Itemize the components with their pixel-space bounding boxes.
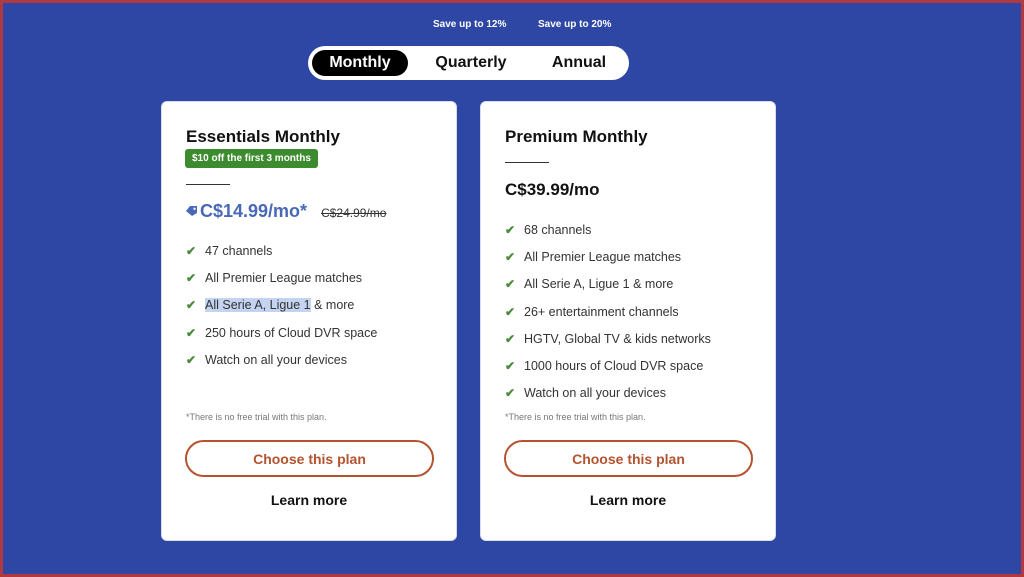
tag-icon bbox=[186, 203, 198, 216]
disclaimer: *There is no free trial with this plan. bbox=[186, 412, 327, 422]
learn-more-link[interactable]: Learn more bbox=[481, 492, 775, 508]
selected-text: All Serie A, Ligue 1 bbox=[205, 298, 311, 313]
feature-item: ✔ All Premier League matches bbox=[186, 270, 363, 285]
feature-item: ✔ 26+ entertainment channels bbox=[505, 304, 679, 319]
check-icon: ✔ bbox=[505, 304, 516, 319]
check-icon: ✔ bbox=[186, 325, 197, 340]
feature-item: ✔ Watch on all your devices bbox=[186, 352, 347, 367]
plan-title: Premium Monthly bbox=[505, 127, 648, 146]
savings-labels: Save up to 12% Save up to 20% bbox=[3, 19, 1021, 33]
plan-title: Essentials Monthly bbox=[186, 127, 340, 146]
feature-item: ✔ Watch on all your devices bbox=[505, 386, 666, 401]
tab-quarterly[interactable]: Quarterly bbox=[408, 50, 534, 76]
check-icon: ✔ bbox=[186, 270, 197, 285]
check-icon: ✔ bbox=[186, 298, 197, 313]
tab-monthly[interactable]: Monthly bbox=[312, 50, 408, 76]
plan-card-essentials: Essentials Monthly $10 off the first 3 m… bbox=[161, 101, 457, 541]
annual-savings-label: Save up to 20% bbox=[538, 19, 612, 30]
feature-item: ✔ 68 channels bbox=[505, 222, 592, 237]
check-icon: ✔ bbox=[505, 386, 516, 401]
feature-list: ✔ 68 channels ✔ All Premier League matches… bbox=[505, 216, 711, 407]
check-icon: ✔ bbox=[505, 277, 516, 292]
divider bbox=[186, 184, 230, 185]
feature-item: ✔ All Premier League matches bbox=[505, 249, 682, 264]
check-icon: ✔ bbox=[186, 243, 197, 258]
sale-price: C$14.99/mo* bbox=[200, 201, 308, 221]
feature-item: ✔ 250 hours of Cloud DVR space bbox=[186, 325, 378, 340]
price-row: C$39.99/mo bbox=[505, 180, 600, 200]
feature-item: ✔ All Serie A, Ligue 1 & more bbox=[505, 277, 674, 292]
original-price: C$24.99/mo bbox=[321, 206, 387, 220]
learn-more-link[interactable]: Learn more bbox=[162, 492, 456, 508]
choose-plan-button[interactable]: Choose this plan bbox=[504, 440, 753, 477]
tab-annual[interactable]: Annual bbox=[534, 50, 624, 76]
price: C$39.99/mo bbox=[505, 180, 600, 199]
quarterly-savings-label: Save up to 12% bbox=[433, 19, 507, 30]
disclaimer: *There is no free trial with this plan. bbox=[505, 412, 646, 422]
feature-item: ✔ HGTV, Global TV & kids networks bbox=[505, 331, 711, 346]
divider bbox=[505, 162, 549, 163]
check-icon: ✔ bbox=[505, 249, 516, 264]
choose-plan-button[interactable]: Choose this plan bbox=[185, 440, 434, 477]
promo-badge: $10 off the first 3 months bbox=[185, 149, 318, 168]
check-icon: ✔ bbox=[186, 352, 197, 367]
price-row: C$14.99/mo* C$24.99/mo bbox=[186, 201, 386, 222]
feature-item: ✔ 47 channels bbox=[186, 243, 273, 258]
check-icon: ✔ bbox=[505, 222, 516, 237]
billing-period-toggle: Monthly Quarterly Annual bbox=[308, 46, 629, 80]
check-icon: ✔ bbox=[505, 359, 516, 374]
plan-card-premium: Premium Monthly C$39.99/mo ✔ 68 channels … bbox=[480, 101, 776, 541]
check-icon: ✔ bbox=[505, 331, 516, 346]
feature-item: ✔ 1000 hours of Cloud DVR space bbox=[505, 359, 704, 374]
feature-item: ✔ All Serie A, Ligue 1 & more bbox=[186, 298, 355, 313]
feature-list: ✔ 47 channels ✔ All Premier League matches… bbox=[186, 237, 377, 373]
